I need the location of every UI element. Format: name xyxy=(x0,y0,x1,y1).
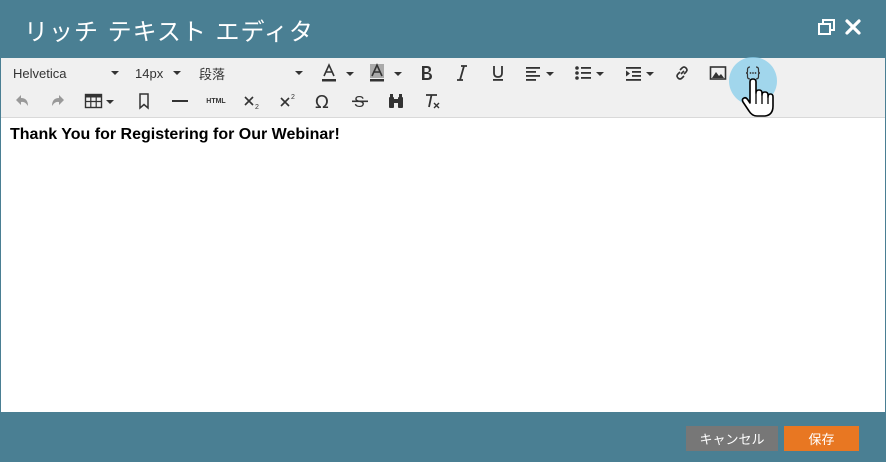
image-icon xyxy=(709,66,727,80)
italic-button[interactable] xyxy=(451,61,473,85)
link-icon xyxy=(676,66,688,80)
find-replace-button[interactable] xyxy=(385,89,407,113)
indent-icon xyxy=(626,67,654,81)
subscript-button[interactable]: 2 xyxy=(241,89,263,113)
svg-text:2: 2 xyxy=(291,94,295,101)
html-source-button[interactable]: HTML xyxy=(203,89,229,113)
special-character-icon: Ω xyxy=(315,92,329,111)
chevron-down-icon xyxy=(111,71,119,75)
undo-button[interactable] xyxy=(11,89,33,113)
hand-cursor-icon xyxy=(741,78,774,117)
dialog-titlebar: リッチ テキスト エディタ xyxy=(0,0,886,58)
chevron-down-icon xyxy=(173,71,181,75)
save-button[interactable]: 保存 xyxy=(784,426,859,451)
italic-icon xyxy=(457,65,467,81)
bold-button[interactable] xyxy=(415,61,437,85)
find-replace-icon xyxy=(389,94,403,108)
strikethrough-icon: S xyxy=(352,94,368,110)
html-icon: HTML xyxy=(206,97,226,105)
dialog-title: リッチ テキスト エディタ xyxy=(24,18,314,46)
svg-text:Ω: Ω xyxy=(315,92,329,111)
horizontal-rule-button[interactable] xyxy=(169,89,191,113)
font-family-select[interactable]: Helvetica xyxy=(13,61,119,85)
rich-text-editor-dialog: リッチ テキスト エディタ Helvetica 14px 段落 HTML 2 2… xyxy=(0,0,886,462)
superscript-icon: 2 xyxy=(280,94,295,107)
horizontal-rule-icon xyxy=(172,100,188,102)
bullet-list-button[interactable] xyxy=(573,61,607,85)
undo-icon xyxy=(16,95,28,106)
chevron-down-icon xyxy=(295,71,303,75)
font-size-select[interactable]: 14px xyxy=(135,61,181,85)
block-format-value: 段落 xyxy=(199,67,226,83)
font-size-value: 14px xyxy=(135,65,164,81)
restore-window-icon[interactable] xyxy=(818,18,840,40)
dialog-footer: キャンセル 保存 xyxy=(0,412,886,462)
align-left-icon xyxy=(526,67,554,81)
superscript-button[interactable]: 2 xyxy=(277,89,299,113)
align-button[interactable] xyxy=(523,61,557,85)
bold-icon xyxy=(422,66,432,80)
redo-button[interactable] xyxy=(47,89,69,113)
cancel-button[interactable]: キャンセル xyxy=(686,426,778,451)
redo-icon xyxy=(52,95,64,106)
background-color-button[interactable] xyxy=(367,61,405,85)
content-heading: Thank You for Registering for Our Webina… xyxy=(10,126,340,143)
table-icon xyxy=(84,93,114,109)
underline-button[interactable] xyxy=(487,61,509,85)
editor-content[interactable]: Thank You for Registering for Our Webina… xyxy=(1,119,885,412)
subscript-icon: 2 xyxy=(244,96,259,110)
clear-formatting-button[interactable] xyxy=(421,89,443,113)
image-button[interactable] xyxy=(707,61,729,85)
font-family-value: Helvetica xyxy=(13,65,67,81)
text-color-icon xyxy=(322,63,354,82)
strikethrough-button[interactable]: S xyxy=(349,89,371,113)
clear-formatting-icon xyxy=(426,94,440,109)
bookmark-icon xyxy=(139,93,149,110)
table-button[interactable] xyxy=(83,89,117,113)
svg-text:2: 2 xyxy=(255,104,259,110)
close-icon[interactable] xyxy=(844,18,866,40)
underline-icon xyxy=(493,66,503,81)
text-color-button[interactable] xyxy=(319,61,357,85)
indent-button[interactable] xyxy=(623,61,657,85)
block-format-select[interactable]: 段落 xyxy=(199,61,303,85)
bullet-list-icon xyxy=(575,66,604,80)
link-button[interactable] xyxy=(671,61,693,85)
special-character-button[interactable]: Ω xyxy=(311,89,337,113)
bookmark-button[interactable] xyxy=(133,89,155,113)
background-color-icon xyxy=(370,63,402,82)
